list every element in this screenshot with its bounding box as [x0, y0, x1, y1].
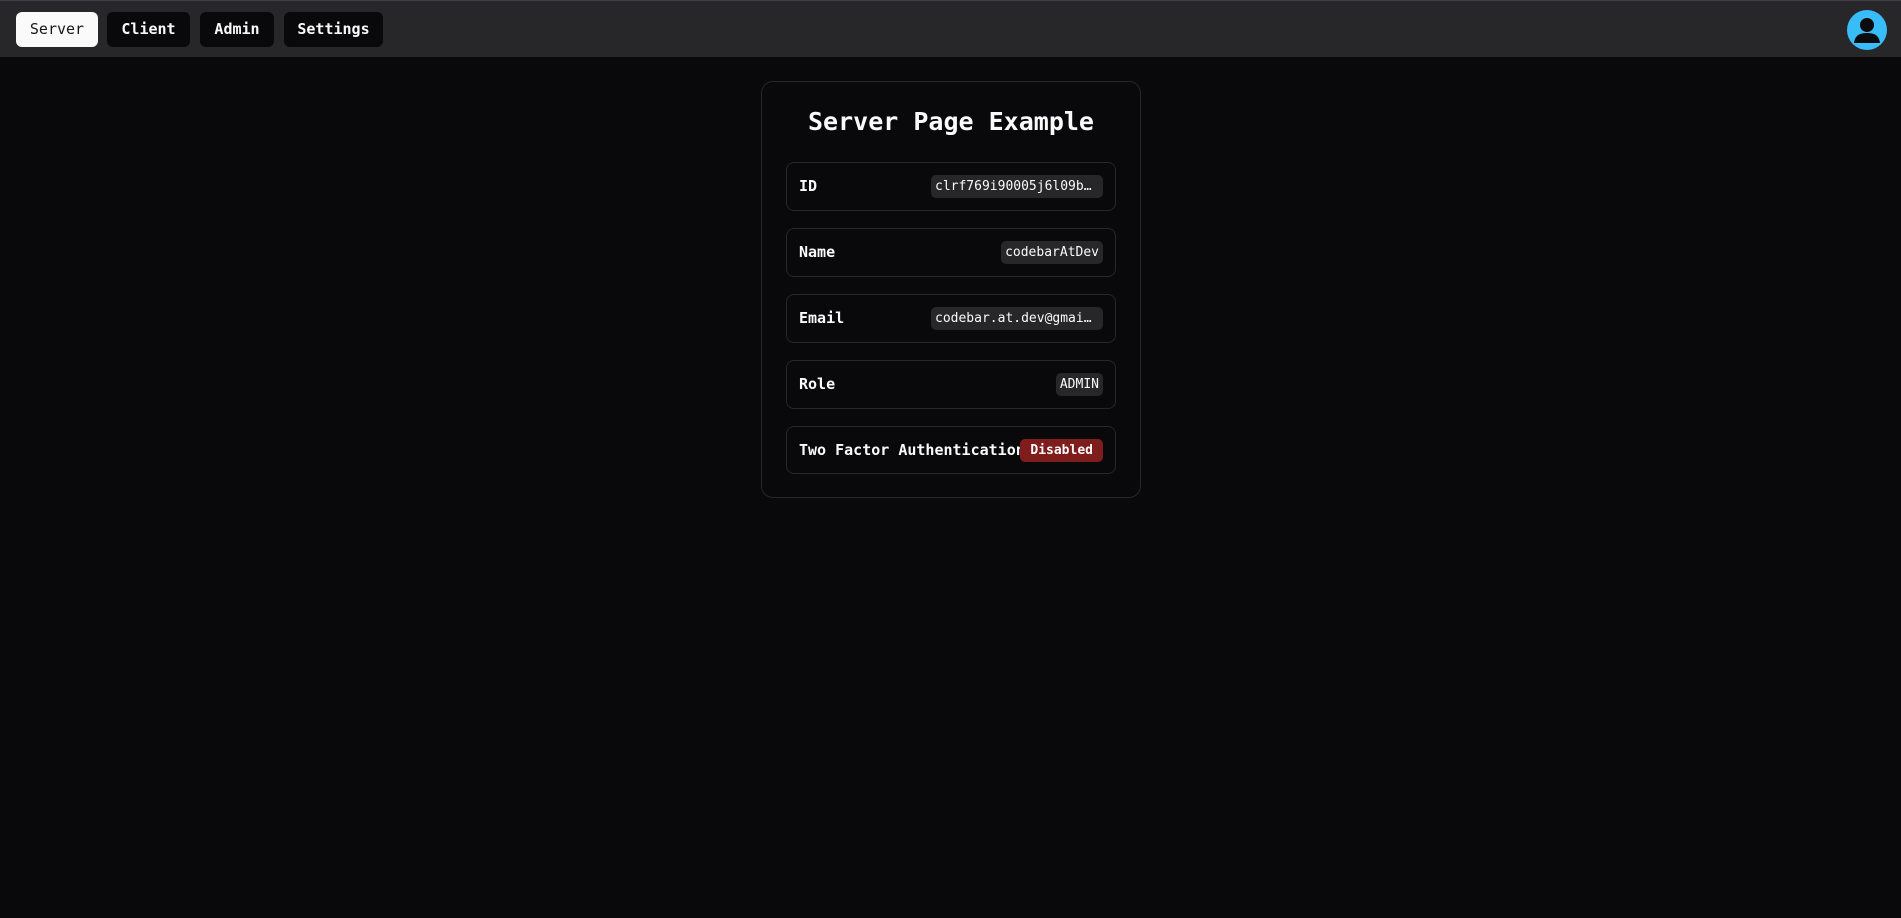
name-row: Name codebarAtDev	[786, 228, 1116, 277]
nav-admin-button[interactable]: Admin	[200, 12, 274, 47]
top-navbar: Server Client Admin Settings	[0, 0, 1901, 57]
role-label: Role	[799, 375, 836, 393]
role-row: Role ADMIN	[786, 360, 1116, 409]
user-avatar-icon	[1854, 18, 1880, 43]
nav-settings-button[interactable]: Settings	[284, 12, 383, 47]
email-value: codebar.at.dev@gmail.c…	[931, 307, 1103, 330]
id-row: ID clrf769i90005j6l09b9p6…	[786, 162, 1116, 211]
role-value: ADMIN	[1055, 373, 1103, 396]
page-title: Server Page Example	[808, 107, 1094, 136]
id-label: ID	[799, 177, 818, 195]
id-value: clrf769i90005j6l09b9p6…	[931, 175, 1103, 198]
user-avatar-button[interactable]	[1847, 10, 1887, 50]
name-value: codebarAtDev	[1001, 241, 1103, 264]
two-factor-label: Two Factor Authentication	[799, 441, 1025, 459]
two-factor-status-badge: Disabled	[1020, 439, 1103, 462]
nav-client-button[interactable]: Client	[107, 12, 190, 47]
email-label: Email	[799, 309, 845, 327]
name-label: Name	[799, 243, 836, 261]
nav-server-button[interactable]: Server	[16, 12, 98, 47]
two-factor-row: Two Factor Authentication Disabled	[786, 426, 1116, 474]
email-row: Email codebar.at.dev@gmail.c…	[786, 294, 1116, 343]
